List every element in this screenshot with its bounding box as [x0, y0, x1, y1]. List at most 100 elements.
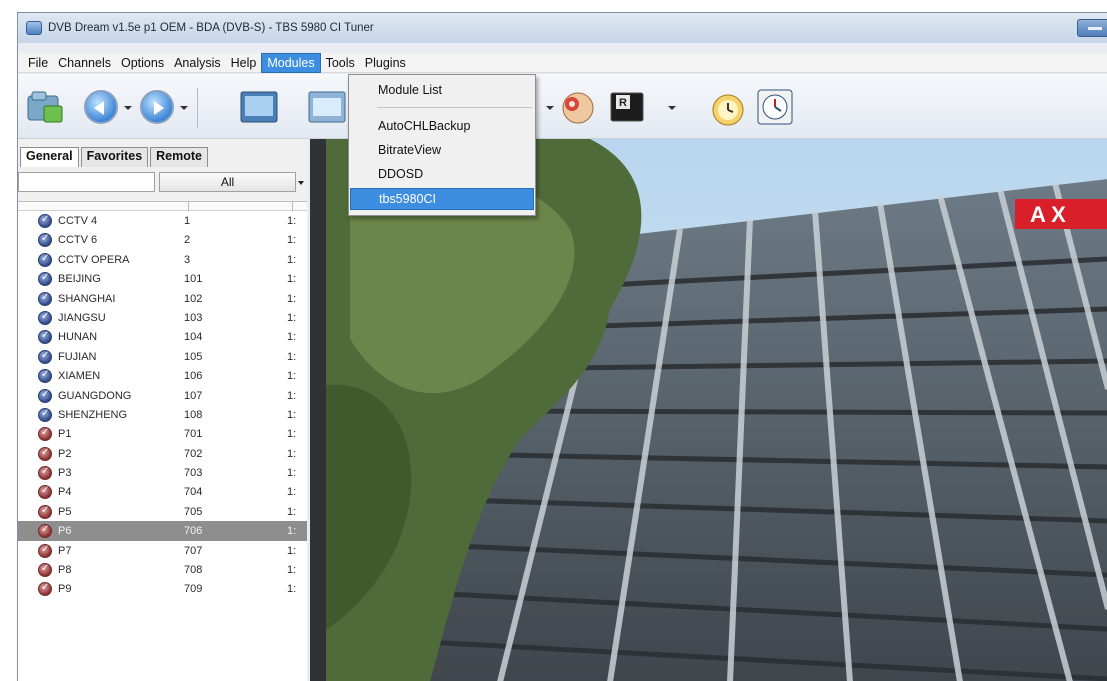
channel-row[interactable]: XIAMEN 106 1:	[18, 366, 307, 385]
tv-channel-icon	[38, 563, 52, 578]
channel-row[interactable]: P3 703 1:	[18, 463, 307, 482]
timer-icon[interactable]	[708, 88, 748, 128]
channel-extra: 1:	[287, 564, 297, 577]
channel-row[interactable]: CCTV 6 2 1:	[18, 230, 307, 249]
menu-plugins[interactable]: Plugins	[360, 54, 411, 72]
record-icon[interactable]: R	[610, 92, 650, 126]
channel-number: 706	[184, 525, 203, 538]
sign-text: A X	[1030, 202, 1066, 227]
channel-row[interactable]: CCTV 4 1 1:	[18, 211, 307, 230]
video-frame: A X	[310, 139, 1107, 681]
channel-extra: 1:	[287, 467, 297, 480]
channel-row[interactable]: P8 708 1:	[18, 560, 307, 579]
channel-search-input[interactable]	[18, 172, 155, 192]
record-dropdown-icon[interactable]	[668, 104, 676, 112]
channel-number: 106	[184, 370, 203, 383]
channel-name: SHENZHENG	[58, 408, 128, 421]
toolbar-separator	[197, 88, 198, 128]
channel-extra: 1:	[287, 273, 297, 286]
channel-row[interactable]: FUJIAN 105 1:	[18, 347, 307, 366]
menu-channels[interactable]: Channels	[53, 54, 116, 72]
channel-extra: 1:	[287, 486, 297, 499]
channel-extra: 1:	[287, 292, 297, 305]
title-bar[interactable]: DVB Dream v1.5e p1 OEM - BDA (DVB-S) - T…	[18, 13, 1107, 43]
dropdown-icon[interactable]	[546, 104, 554, 112]
tab-remote[interactable]: Remote	[150, 147, 208, 167]
channel-row[interactable]: CCTV OPERA 3 1:	[18, 250, 307, 269]
channel-row[interactable]: HUNAN 104 1:	[18, 327, 307, 346]
menu-item-tbs5980ci[interactable]: tbs5980CI	[350, 188, 534, 210]
channel-row[interactable]: SHANGHAI 102 1:	[18, 289, 307, 308]
channel-row[interactable]: SHENZHENG 108 1:	[18, 405, 307, 424]
menu-item-autochlbackup[interactable]: AutoCHLBackup	[350, 115, 534, 137]
channel-number: 704	[184, 486, 203, 499]
channel-extra: 1:	[287, 544, 297, 557]
tab-favorites[interactable]: Favorites	[80, 147, 149, 167]
tv-channel-icon	[38, 369, 52, 384]
channel-name: P3	[58, 467, 72, 480]
channel-extra: 1:	[287, 428, 297, 441]
channel-row[interactable]: JIANGSU 103 1:	[18, 308, 307, 327]
chevron-down-icon[interactable]	[296, 172, 307, 192]
tv-channel-icon	[38, 252, 52, 267]
channel-number: 107	[184, 389, 203, 402]
channel-row[interactable]: P5 705 1:	[18, 502, 307, 521]
channel-number: 108	[184, 408, 203, 421]
schedule-icon[interactable]	[756, 88, 796, 128]
menu-options[interactable]: Options	[116, 54, 169, 72]
channel-row[interactable]: P6 706 1:	[18, 521, 307, 541]
forward-dropdown-icon[interactable]	[180, 104, 188, 112]
tab-general[interactable]: General	[20, 147, 79, 167]
menu-item-bitrateview[interactable]: BitrateView	[350, 139, 534, 161]
disc-icon[interactable]	[558, 88, 598, 126]
channel-name: HUNAN	[58, 331, 98, 344]
menu-analysis[interactable]: Analysis	[169, 54, 226, 72]
channel-name: P6	[58, 525, 72, 538]
menu-help[interactable]: Help	[226, 54, 262, 72]
tv-channel-icon	[38, 543, 52, 558]
channel-extra: 1:	[287, 370, 297, 383]
channel-row[interactable]: P2 702 1:	[18, 444, 307, 463]
app-window: DVB Dream v1.5e p1 OEM - BDA (DVB-S) - T…	[17, 12, 1107, 681]
window-icon[interactable]	[308, 90, 348, 126]
monitor-icon[interactable]	[240, 90, 280, 126]
channel-number: 1	[184, 215, 191, 227]
channel-list[interactable]: CCTV 4 1 1: CCTV 6 2 1: CCTV OPERA 3 1: BEIJING 10…	[18, 201, 307, 681]
tv-channel-icon	[38, 446, 52, 461]
channel-name: P5	[58, 505, 72, 518]
channel-name: BEIJING	[58, 273, 101, 286]
menu-tools[interactable]: Tools	[321, 54, 360, 72]
channel-extra: 1:	[287, 331, 297, 344]
channel-number: 703	[184, 467, 203, 480]
channel-row[interactable]: BEIJING 101 1:	[18, 269, 307, 288]
menu-item-module-list[interactable]: Module List	[350, 79, 534, 101]
tv-channel-icon	[38, 466, 52, 481]
channel-row[interactable]: P4 704 1:	[18, 482, 307, 501]
channel-number: 102	[184, 292, 203, 305]
channel-row[interactable]: P1 701 1:	[18, 424, 307, 443]
list-header[interactable]	[18, 202, 307, 211]
tv-channel-icon	[38, 407, 52, 422]
channel-row[interactable]: P9 709 1:	[18, 579, 307, 598]
modules-dropdown: Module List AutoCHLBackup BitrateView DD…	[348, 74, 536, 216]
channel-number: 701	[184, 428, 203, 441]
toolbar: R	[18, 74, 1107, 139]
channel-number: 702	[184, 447, 203, 460]
channel-name: P2	[58, 447, 72, 460]
menu-item-ddosd[interactable]: DDOSD	[350, 163, 534, 185]
menu-file[interactable]: File	[23, 54, 53, 72]
forward-button[interactable]	[140, 90, 174, 124]
channel-extra: 1:	[287, 583, 297, 596]
channel-row[interactable]: GUANGDONG 107 1:	[18, 386, 307, 405]
channel-extra: 1:	[287, 350, 297, 363]
channel-row[interactable]: P7 707 1:	[18, 541, 307, 560]
open-folder-icon[interactable]	[26, 88, 66, 126]
channel-filter-select[interactable]: All	[159, 172, 296, 192]
svg-text:R: R	[619, 97, 627, 109]
video-preview[interactable]: A X	[310, 139, 1107, 681]
minimize-button[interactable]	[1077, 19, 1107, 37]
channel-name: P9	[58, 583, 72, 596]
menu-modules[interactable]: Modules	[261, 52, 321, 73]
back-dropdown-icon[interactable]	[124, 104, 132, 112]
back-button[interactable]	[84, 90, 118, 124]
